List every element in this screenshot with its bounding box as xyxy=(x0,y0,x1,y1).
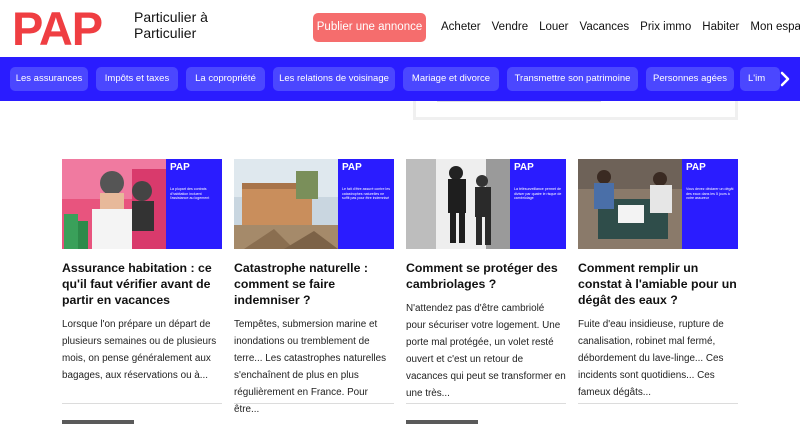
article-card[interactable]: PAP La plupart des contrats d'habitation… xyxy=(62,159,222,384)
category-copropriete[interactable]: La copropriété xyxy=(186,67,265,91)
nav-mon-espace[interactable]: Mon espace xyxy=(750,21,800,33)
card-divider xyxy=(234,403,394,404)
thumb-caption: Vous devez déclarer un dégât des eaux da… xyxy=(686,187,734,201)
category-truncated[interactable]: L'im xyxy=(740,67,780,91)
article-excerpt: Lorsque l'on prépare un départ de plusie… xyxy=(62,319,217,381)
pap-logo[interactable]: PAP xyxy=(12,5,103,52)
publish-ad-button[interactable]: Publier une annonce xyxy=(313,13,426,42)
faint-divider xyxy=(437,101,601,102)
article-thumbnail[interactable]: PAP Le fait d'être assuré contre les cat… xyxy=(234,159,394,249)
pap-thumbnail-panel: PAP Vous devez déclarer un dégât des eau… xyxy=(682,159,738,249)
chevron-right-icon[interactable] xyxy=(778,70,792,88)
article-title[interactable]: Comment remplir un constat à l'amiable p… xyxy=(578,260,738,308)
article-card[interactable]: PAP Le fait d'être assuré contre les cat… xyxy=(234,159,394,418)
thumb-brand: PAP xyxy=(686,162,706,173)
site-tagline: Particulier à Particulier xyxy=(134,9,208,41)
next-card-thumbnail-edge xyxy=(406,420,478,424)
nav-louer[interactable]: Louer xyxy=(539,21,568,33)
category-patrimoine[interactable]: Transmettre son patrimoine xyxy=(507,67,638,91)
pap-thumbnail-panel: PAP Le fait d'être assuré contre les cat… xyxy=(338,159,394,249)
water-damage-photo xyxy=(578,159,682,249)
tagline-line-1: Particulier à xyxy=(134,9,208,25)
thumb-caption: La plupart des contrats d'habitation inc… xyxy=(170,187,210,201)
damaged-house-photo xyxy=(234,159,338,249)
pap-thumbnail-panel: PAP La télésurveillance permet de divise… xyxy=(510,159,566,249)
nav-habiter[interactable]: Habiter xyxy=(702,21,739,33)
thumb-brand: PAP xyxy=(514,162,534,173)
card-divider xyxy=(62,403,222,404)
card-divider xyxy=(578,403,738,404)
thumb-caption: La télésurveillance permet de diviser pa… xyxy=(514,187,562,201)
article-card[interactable]: PAP Vous devez déclarer un dégât des eau… xyxy=(578,159,738,401)
category-assurances[interactable]: Les assurances xyxy=(10,67,88,91)
faint-box-remnant xyxy=(413,101,738,120)
nav-prix-immo[interactable]: Prix immo xyxy=(640,21,691,33)
card-divider xyxy=(406,403,566,404)
category-bar: Les assurances Impôts et taxes La coprop… xyxy=(0,57,800,101)
nav-acheter[interactable]: Acheter xyxy=(441,21,481,33)
article-title[interactable]: Catastrophe naturelle : comment se faire… xyxy=(234,260,394,308)
article-thumbnail[interactable]: PAP La plupart des contrats d'habitation… xyxy=(62,159,222,249)
site-header: PAP Particulier à Particulier Publier un… xyxy=(0,0,800,57)
main-nav: Acheter Vendre Louer Vacances Prix immo … xyxy=(441,21,800,33)
thumb-brand: PAP xyxy=(170,162,190,173)
article-excerpt: Fuite d'eau insidieuse, rupture de canal… xyxy=(578,319,724,398)
article-excerpt: N'attendez pas d'être cambriolé pour séc… xyxy=(406,303,566,399)
category-impots-taxes[interactable]: Impôts et taxes xyxy=(96,67,178,91)
thumb-caption: Le fait d'être assuré contre les catastr… xyxy=(342,187,391,201)
tagline-line-2: Particulier xyxy=(134,25,197,41)
category-personnes-agees[interactable]: Personnes agées xyxy=(646,67,734,91)
pap-thumbnail-panel: PAP La plupart des contrats d'habitation… xyxy=(166,159,222,249)
category-voisinage[interactable]: Les relations de voisinage xyxy=(273,67,395,91)
article-thumbnail[interactable]: PAP Vous devez déclarer un dégât des eau… xyxy=(578,159,738,249)
article-thumbnail[interactable]: PAP La télésurveillance permet de divise… xyxy=(406,159,566,249)
article-title[interactable]: Comment se protéger des cambriolages ? xyxy=(406,260,566,292)
article-card[interactable]: PAP La télésurveillance permet de divise… xyxy=(406,159,566,402)
category-mariage-divorce[interactable]: Mariage et divorce xyxy=(403,67,499,91)
thumb-brand: PAP xyxy=(342,162,362,173)
next-card-thumbnail-edge xyxy=(62,420,134,424)
nav-vacances[interactable]: Vacances xyxy=(580,21,630,33)
scooter-couple-photo xyxy=(62,159,166,249)
nav-vendre[interactable]: Vendre xyxy=(492,21,528,33)
burglar-door-photo xyxy=(406,159,510,249)
article-title[interactable]: Assurance habitation : ce qu'il faut vér… xyxy=(62,260,222,308)
